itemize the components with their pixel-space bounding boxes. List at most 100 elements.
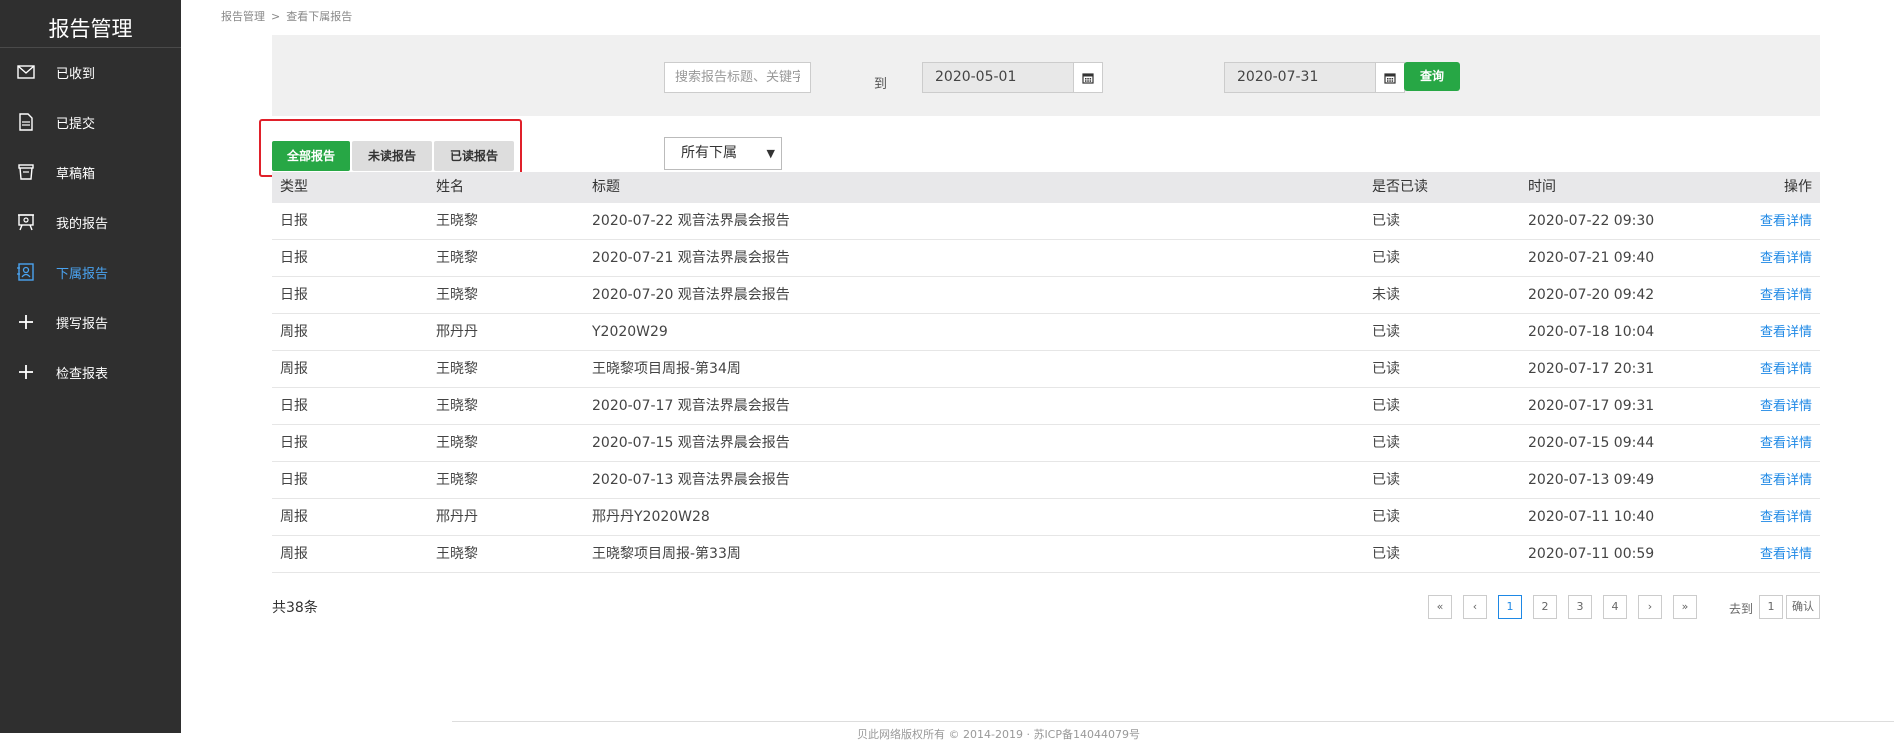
- cell-read-status: 已读: [1372, 213, 1400, 229]
- cell-time: 2020-07-11 10:40: [1528, 509, 1655, 525]
- view-details-link[interactable]: 查看详情: [1760, 214, 1812, 229]
- page-2-button[interactable]: 2: [1533, 595, 1557, 619]
- page-1-button[interactable]: 1: [1498, 595, 1522, 619]
- calendar-icon[interactable]: [1073, 63, 1102, 92]
- sidebar-item-submitted[interactable]: 已提交: [0, 102, 181, 142]
- cell-title: Y2020W29: [592, 324, 668, 340]
- cell-action: 查看详情: [1750, 462, 1820, 498]
- goto-page-input[interactable]: 1: [1759, 595, 1783, 619]
- cell-time: 2020-07-20 09:42: [1528, 287, 1655, 303]
- cell-read-status: 已读: [1372, 546, 1400, 562]
- breadcrumb-root[interactable]: 报告管理: [221, 10, 265, 23]
- table-row: 周报 邢丹丹 邢丹丹Y2020W28 已读 2020-07-11 10:40 查看详情: [272, 499, 1820, 536]
- cell-time: 2020-07-17 09:31: [1528, 398, 1655, 414]
- page-next-button[interactable]: ›: [1638, 595, 1662, 619]
- cell-name: 王晓黎: [436, 213, 478, 229]
- cell-type: 周报: [280, 361, 308, 377]
- table-row: 日报 王晓黎 2020-07-13 观音法界晨会报告 已读 2020-07-13 09:…: [272, 462, 1820, 499]
- presentation-icon: [14, 210, 38, 234]
- sidebar-item-label: 撰写报告: [56, 316, 109, 332]
- sidebar-item-label: 草稿箱: [56, 166, 96, 182]
- view-details-link[interactable]: 查看详情: [1760, 473, 1812, 488]
- search-input[interactable]: [664, 62, 811, 93]
- cell-type: 日报: [280, 213, 308, 229]
- cell-type: 日报: [280, 435, 308, 451]
- cell-action: 查看详情: [1750, 203, 1820, 239]
- cell-name: 邢丹丹: [436, 509, 478, 525]
- goto-confirm-button[interactable]: 确认: [1786, 595, 1820, 619]
- subordinate-select[interactable]: 所有下属 ▼: [664, 137, 782, 170]
- table-row: 日报 王晓黎 2020-07-20 观音法界晨会报告 未读 2020-07-20 09:…: [272, 277, 1820, 314]
- cell-read-status: 已读: [1372, 398, 1400, 414]
- cell-type: 周报: [280, 546, 308, 562]
- cell-title: 王晓黎项目周报-第34周: [592, 361, 741, 377]
- date-from-value[interactable]: 2020-05-01: [923, 63, 1073, 92]
- cell-type: 日报: [280, 472, 308, 488]
- sidebar-item-my-reports[interactable]: 我的报告: [0, 202, 181, 242]
- query-button[interactable]: 查询: [1404, 62, 1460, 91]
- calendar-icon[interactable]: [1375, 63, 1404, 92]
- view-details-link[interactable]: 查看详情: [1760, 362, 1812, 377]
- cell-type: 周报: [280, 324, 308, 340]
- header-read-status: 是否已读: [1372, 179, 1428, 195]
- sidebar-item-subordinate-reports[interactable]: 下属报告: [0, 252, 181, 292]
- table-row: 周报 邢丹丹 Y2020W29 已读 2020-07-18 10:04 查看详情: [272, 314, 1820, 351]
- view-details-link[interactable]: 查看详情: [1760, 547, 1812, 562]
- view-details-link[interactable]: 查看详情: [1760, 399, 1812, 414]
- cell-read-status: 已读: [1372, 250, 1400, 266]
- view-details-link[interactable]: 查看详情: [1760, 251, 1812, 266]
- plus-icon: [14, 360, 38, 384]
- cell-time: 2020-07-22 09:30: [1528, 213, 1655, 229]
- sidebar-item-received[interactable]: 已收到: [0, 52, 181, 92]
- cell-title: 邢丹丹Y2020W28: [592, 509, 710, 525]
- table-row: 日报 王晓黎 2020-07-22 观音法界晨会报告 已读 2020-07-22 09:…: [272, 203, 1820, 240]
- view-details-link[interactable]: 查看详情: [1760, 436, 1812, 451]
- sidebar-item-label: 下属报告: [56, 266, 109, 282]
- filter-bar: 2020-05-01 到 2020-07-31 查询: [272, 35, 1820, 116]
- sidebar-item-check-reports[interactable]: 检查报表: [0, 352, 181, 392]
- tab-unread-reports[interactable]: 未读报告: [352, 141, 432, 171]
- total-count: 共38条: [272, 600, 318, 616]
- date-to-field[interactable]: 2020-07-31: [1224, 62, 1405, 93]
- table-row: 周报 王晓黎 王晓黎项目周报-第33周 已读 2020-07-11 00:59 查看详情: [272, 536, 1820, 573]
- cell-read-status: 已读: [1372, 435, 1400, 451]
- header-name: 姓名: [436, 179, 464, 195]
- view-details-link[interactable]: 查看详情: [1760, 510, 1812, 525]
- date-to-value[interactable]: 2020-07-31: [1225, 63, 1375, 92]
- tab-all-reports[interactable]: 全部报告: [272, 141, 350, 171]
- page-last-button[interactable]: »: [1673, 595, 1697, 619]
- date-range-to-label: 到: [874, 77, 888, 92]
- cell-time: 2020-07-11 00:59: [1528, 546, 1655, 562]
- sidebar-title: 报告管理: [0, 0, 181, 48]
- cell-time: 2020-07-15 09:44: [1528, 435, 1655, 451]
- sidebar-item-write-report[interactable]: 撰写报告: [0, 302, 181, 342]
- sidebar: 报告管理 已收到 已提交 草稿箱 我的报告 下属报告 撰写报告 检查报表: [0, 0, 181, 733]
- tab-read-reports[interactable]: 已读报告: [434, 141, 514, 171]
- cell-name: 邢丹丹: [436, 324, 478, 340]
- page-prev-button[interactable]: ‹: [1463, 595, 1487, 619]
- page-first-button[interactable]: «: [1428, 595, 1452, 619]
- cell-read-status: 已读: [1372, 509, 1400, 525]
- table-row: 周报 王晓黎 王晓黎项目周报-第34周 已读 2020-07-17 20:31 查看详情: [272, 351, 1820, 388]
- date-from-field[interactable]: 2020-05-01: [922, 62, 1103, 93]
- cell-title: 王晓黎项目周报-第33周: [592, 546, 741, 562]
- subordinate-select-value: 所有下属: [681, 145, 737, 161]
- view-details-link[interactable]: 查看详情: [1760, 288, 1812, 303]
- cell-type: 周报: [280, 509, 308, 525]
- cell-name: 王晓黎: [436, 287, 478, 303]
- reports-table: 类型 姓名 标题 是否已读 时间 操作 日报 王晓黎 2020-07-22 观音法界…: [272, 172, 1820, 573]
- footer-copyright: 贝此网络版权所有 © 2014-2019 · 苏ICP备14044079号: [857, 728, 1140, 741]
- cell-read-status: 已读: [1372, 324, 1400, 340]
- cell-name: 王晓黎: [436, 398, 478, 414]
- cell-time: 2020-07-17 20:31: [1528, 361, 1655, 377]
- cell-title: 2020-07-17 观音法界晨会报告: [592, 398, 790, 414]
- view-details-link[interactable]: 查看详情: [1760, 325, 1812, 340]
- cell-action: 查看详情: [1750, 499, 1820, 535]
- breadcrumb-separator: >: [271, 10, 281, 23]
- sidebar-item-drafts[interactable]: 草稿箱: [0, 152, 181, 192]
- goto-label: 去到: [1729, 602, 1754, 616]
- page-3-button[interactable]: 3: [1568, 595, 1592, 619]
- page-4-button[interactable]: 4: [1603, 595, 1627, 619]
- cell-title: 2020-07-13 观音法界晨会报告: [592, 472, 790, 488]
- cell-read-status: 已读: [1372, 361, 1400, 377]
